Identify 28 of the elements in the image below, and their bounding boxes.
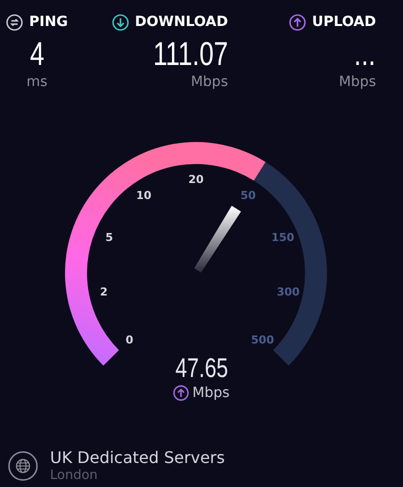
tick-label: 10 [136, 188, 152, 202]
server-name: UK Dedicated Servers [50, 448, 225, 468]
ping-icon [6, 14, 24, 30]
tick-label: 5 [105, 231, 114, 244]
metric-value: ... [354, 34, 376, 74]
metric-label: PING [29, 14, 68, 30]
tick-label: 500 [251, 334, 274, 346]
unit-label: Mbps [338, 74, 376, 90]
metric-value: 4 [30, 34, 44, 74]
tick-label: 20 [188, 173, 204, 186]
tick-label: 50 [240, 188, 256, 202]
unit-label: Mbps [192, 385, 230, 401]
tick-label: 150 [271, 231, 294, 244]
unit-label: ms [26, 74, 48, 90]
download-icon [112, 14, 129, 30]
metric-label: UPLOAD [312, 14, 376, 30]
speed-reading: 47.65 [175, 353, 228, 383]
upload-icon [173, 385, 190, 401]
globe-icon[interactable] [8, 451, 38, 481]
unit-label: Mbps [190, 74, 228, 90]
tick-label: 0 [126, 334, 134, 346]
tick-label: 2 [100, 285, 108, 298]
tick-label: 300 [276, 285, 300, 298]
upload-icon [288, 14, 306, 30]
metric-value: 111.07 [153, 34, 228, 74]
server-location: London [50, 468, 99, 484]
metric-label: DOWNLOAD [134, 14, 228, 30]
gauge-needle [194, 206, 241, 273]
